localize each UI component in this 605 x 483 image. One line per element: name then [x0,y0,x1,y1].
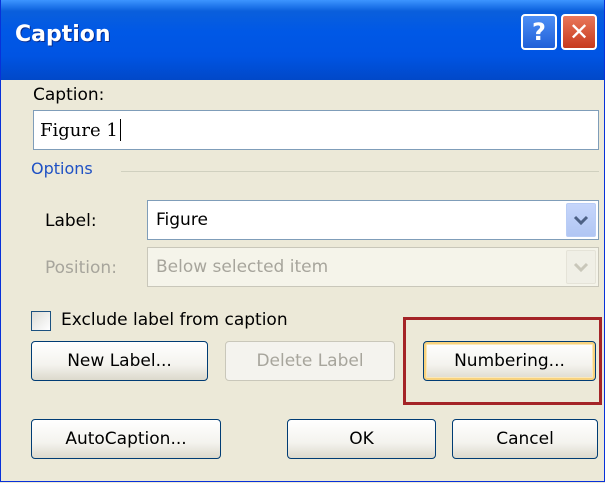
autocaption-button[interactable]: AutoCaption... [31,419,221,459]
new-label-button[interactable]: New Label... [31,341,208,381]
label-dropdown-value: Figure [156,210,208,230]
exclude-label-checkbox[interactable] [31,311,51,331]
position-field-label: Position: [45,258,117,278]
help-icon: ? [532,18,546,46]
options-group-title: Options [31,159,93,178]
position-dropdown[interactable]: Below selected item [147,247,599,287]
label-dropdown-arrow[interactable] [566,203,596,237]
new-label-button-label: New Label... [67,351,172,371]
caption-dialog: Caption ? ✕ Caption: Figure 1 Options La… [0,0,605,482]
cancel-button-label: Cancel [496,429,554,449]
position-dropdown-arrow[interactable] [566,250,596,284]
ok-button[interactable]: OK [287,419,436,459]
chevron-down-icon [573,262,589,273]
autocaption-button-label: AutoCaption... [65,429,187,449]
caption-input[interactable]: Figure 1 [33,110,599,150]
cancel-button[interactable]: Cancel [452,419,598,459]
close-icon: ✕ [568,18,590,46]
help-button[interactable]: ? [521,14,557,50]
label-dropdown[interactable]: Figure [147,200,599,240]
caption-input-value: Figure 1 [40,120,118,141]
caption-field-label: Caption: [33,85,105,105]
delete-label-button-label: Delete Label [256,351,364,371]
exclude-label-text[interactable]: Exclude label from caption [61,310,288,330]
position-dropdown-value: Below selected item [156,257,329,277]
chevron-down-icon [573,215,589,226]
options-divider [121,171,599,172]
title-bar[interactable]: Caption ? ✕ [1,0,604,80]
annotation-highlight-box [403,317,602,405]
close-button[interactable]: ✕ [561,14,597,50]
label-field-label: Label: [45,211,97,231]
delete-label-button[interactable]: Delete Label [225,341,395,381]
dialog-title: Caption [15,22,111,47]
text-caret [119,119,121,141]
ok-button-label: OK [349,429,374,449]
